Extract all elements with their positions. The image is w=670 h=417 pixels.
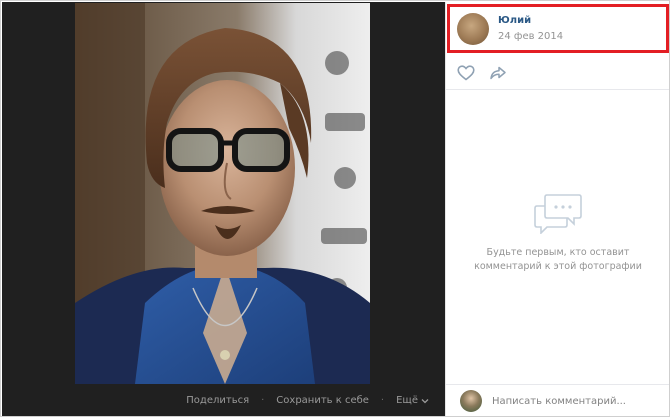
comments-empty-icon bbox=[534, 194, 582, 234]
separator-dot: · bbox=[380, 395, 385, 406]
more-menu-button[interactable]: Ещё bbox=[396, 395, 429, 406]
share-icon[interactable] bbox=[488, 63, 508, 83]
share-link[interactable]: Поделиться bbox=[186, 395, 249, 406]
photo-image[interactable] bbox=[75, 3, 370, 384]
no-comments-placeholder: Будьте первым, кто оставит комментарий к… bbox=[446, 192, 669, 274]
photo-window: Поделиться · Сохранить к себе · Ещё Юлий… bbox=[0, 0, 670, 417]
no-comments-text: Будьте первым, кто оставит комментарий к… bbox=[474, 247, 642, 272]
photo-actions-bar: Поделиться · Сохранить к себе · Ещё bbox=[2, 384, 445, 416]
chevron-down-icon bbox=[421, 398, 429, 403]
reactions-bar bbox=[446, 56, 669, 90]
photo-portrait bbox=[75, 3, 370, 384]
comment-composer bbox=[446, 384, 669, 416]
save-to-album-link[interactable]: Сохранить к себе bbox=[276, 395, 369, 406]
photo-viewer: Поделиться · Сохранить к себе · Ещё bbox=[2, 2, 445, 416]
author-name-link[interactable]: Юлий bbox=[498, 14, 563, 28]
post-date[interactable]: 24 фев 2014 bbox=[498, 29, 563, 44]
info-panel: Юлий 24 фев 2014 Будьте первым, кто оста… bbox=[445, 2, 669, 416]
comment-input[interactable] bbox=[492, 395, 652, 407]
separator-dot: · bbox=[261, 395, 265, 406]
current-user-avatar bbox=[460, 390, 482, 412]
more-label: Ещё bbox=[396, 395, 418, 406]
author-avatar[interactable] bbox=[457, 12, 489, 45]
heart-icon[interactable] bbox=[456, 63, 476, 83]
author-block: Юлий 24 фев 2014 bbox=[447, 4, 669, 53]
